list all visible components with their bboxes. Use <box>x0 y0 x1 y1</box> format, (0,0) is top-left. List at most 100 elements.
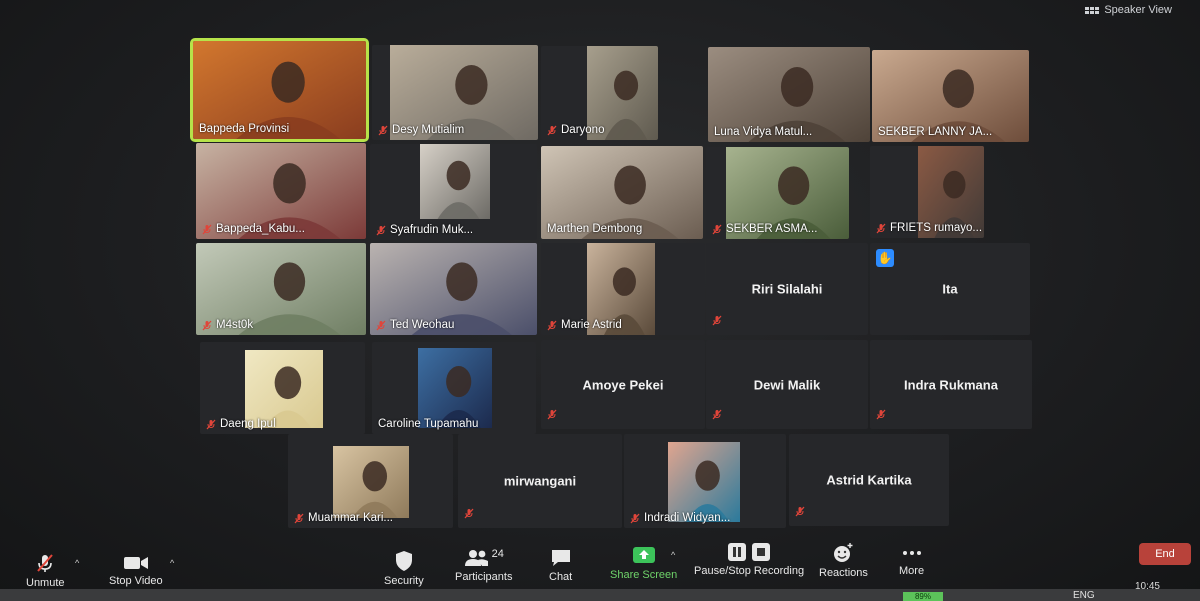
participant-tile[interactable]: Amoye Pekei <box>541 340 705 429</box>
language-indicator[interactable]: ENG <box>1073 590 1095 601</box>
participant-name: Bappeda Provinsi <box>199 123 290 135</box>
participant-name: Caroline Tupamahu <box>378 418 479 430</box>
participant-tile[interactable]: Riri Silalahi <box>706 243 868 335</box>
muted-microphone-icon <box>795 506 805 517</box>
muted-microphone-icon <box>712 224 722 234</box>
muted-microphone-icon <box>206 419 216 429</box>
muted-microphone-icon <box>464 508 474 519</box>
participant-name: M4st0k <box>216 319 254 331</box>
muted-microphone-icon <box>712 409 722 420</box>
participant-name: FRIETS rumayo... <box>890 222 983 234</box>
participant-name-label: Ted Weohau <box>376 319 454 331</box>
participant-tile[interactable]: FRIETS rumayo... <box>870 146 984 238</box>
participant-name: mirwangani <box>503 473 577 489</box>
muted-microphone-icon <box>547 409 557 420</box>
muted-microphone-icon <box>202 224 212 234</box>
participant-tile[interactable]: mirwangani <box>458 434 622 528</box>
participant-name-label: Syafrudin Muk... <box>376 224 473 236</box>
participant-name-label: Caroline Tupamahu <box>378 418 478 430</box>
participant-name-label: Muammar Kari... <box>294 512 393 524</box>
participant-name-label: Marthen Dembong <box>547 223 642 235</box>
participant-tile[interactable]: Syafrudin Muk... <box>370 144 537 240</box>
participant-tile[interactable]: Marthen Dembong <box>541 146 703 239</box>
participant-name: Marie Astrid <box>561 319 622 331</box>
participant-tile[interactable]: Marie Astrid <box>541 243 705 335</box>
participant-name-label: Desy Mutialim <box>378 124 464 136</box>
participant-name: Astrid Kartika <box>826 472 912 488</box>
participant-tile[interactable]: Ted Weohau <box>370 243 537 335</box>
mute-status <box>712 407 722 425</box>
end-meeting-button[interactable]: End <box>1139 543 1191 565</box>
chat-button[interactable]: Chat <box>549 548 572 583</box>
participant-name: Dewi Malik <box>753 377 821 392</box>
raised-hand-icon: ✋ <box>876 249 894 267</box>
participant-tile[interactable]: M4st0k <box>196 243 366 335</box>
participant-tile[interactable]: Dewi Malik <box>706 340 868 429</box>
participant-tile[interactable]: Daryono <box>541 46 658 140</box>
unmute-button[interactable]: Unmute <box>26 552 65 589</box>
speaker-view-toggle[interactable]: Speaker View <box>1085 4 1172 16</box>
participant-tile[interactable]: Bappeda Provinsi <box>190 38 369 142</box>
reactions-button[interactable]: Reactions <box>819 542 868 579</box>
battery-indicator: 89% <box>903 592 943 601</box>
muted-microphone-icon <box>547 125 557 135</box>
share-options-caret[interactable]: ^ <box>671 550 675 560</box>
participant-tile[interactable]: Daeng Ipul <box>200 342 365 434</box>
participant-tile[interactable]: Caroline Tupamahu <box>372 342 536 434</box>
muted-microphone-icon <box>547 320 557 330</box>
muted-microphone-icon <box>876 223 886 233</box>
smiley-icon <box>834 543 853 562</box>
participant-tile[interactable]: Desy Mutialim <box>372 45 538 140</box>
participant-name: Marthen Dembong <box>547 223 643 235</box>
audio-options-caret[interactable]: ^ <box>75 558 79 568</box>
participant-name: Ted Weohau <box>390 319 455 331</box>
participants-button[interactable]: 24 Participants <box>455 548 512 583</box>
participant-name-label: Luna Vidya Matul... <box>714 126 812 138</box>
participant-name: Desy Mutialim <box>392 124 465 136</box>
participant-name: Indradi Widyan... <box>644 512 731 524</box>
participant-name-label: M4st0k <box>202 319 253 331</box>
participant-tile[interactable]: Astrid Kartika <box>789 434 949 526</box>
participant-name: Daryono <box>561 124 605 136</box>
participant-name: Syafrudin Muk... <box>390 224 474 236</box>
more-button[interactable]: More <box>899 544 924 577</box>
muted-microphone-icon <box>712 315 722 326</box>
participant-name: Daeng Ipul <box>220 418 276 430</box>
muted-microphone-icon <box>202 320 212 330</box>
participant-name-label: Marie Astrid <box>547 319 622 331</box>
participant-name: Ita <box>942 281 958 297</box>
muted-microphone-icon <box>376 225 386 235</box>
participants-count: 24 <box>491 548 504 560</box>
participant-name: Indra Rukmana <box>904 377 998 392</box>
participant-tile[interactable]: Luna Vidya Matul... <box>708 47 870 142</box>
participant-tile[interactable]: Muammar Kari... <box>288 434 453 528</box>
clock: 10:45 <box>1134 581 1160 592</box>
security-button[interactable]: Security <box>384 550 424 587</box>
mute-status <box>876 407 886 425</box>
video-camera-icon <box>123 557 148 569</box>
participant-name: SEKBER LANNY JA... <box>878 126 993 138</box>
participant-name: SEKBER ASMA... <box>726 223 818 235</box>
participant-tile[interactable]: SEKBER LANNY JA... <box>872 50 1029 142</box>
more-dots-icon <box>902 551 921 555</box>
pause-stop-recording-button[interactable]: Pause/Stop Recording <box>694 542 804 577</box>
participant-name: Muammar Kari... <box>308 512 393 524</box>
share-screen-button[interactable]: Share Screen <box>610 546 677 581</box>
mute-status <box>795 504 805 522</box>
participant-name: Riri Silalahi <box>751 281 823 297</box>
participants-icon <box>464 550 488 566</box>
stop-video-button[interactable]: Stop Video <box>109 554 163 587</box>
participant-tile[interactable]: Ita <box>870 243 1030 335</box>
mute-status <box>712 313 722 331</box>
participant-tile[interactable]: Indra Rukmana <box>870 340 1032 429</box>
participant-name-label: SEKBER LANNY JA... <box>878 126 992 138</box>
muted-microphone-icon <box>376 320 386 330</box>
top-bar: Speaker View <box>0 0 1200 22</box>
participant-name-label: Bappeda Provinsi <box>199 123 289 135</box>
participant-tile[interactable]: Indradi Widyan... <box>624 434 786 528</box>
participant-tile[interactable]: Bappeda_Kabu... <box>196 143 366 239</box>
mute-status <box>464 506 474 524</box>
muted-microphone-icon <box>876 409 886 420</box>
video-options-caret[interactable]: ^ <box>170 558 174 568</box>
participant-tile[interactable]: SEKBER ASMA... <box>706 147 849 239</box>
